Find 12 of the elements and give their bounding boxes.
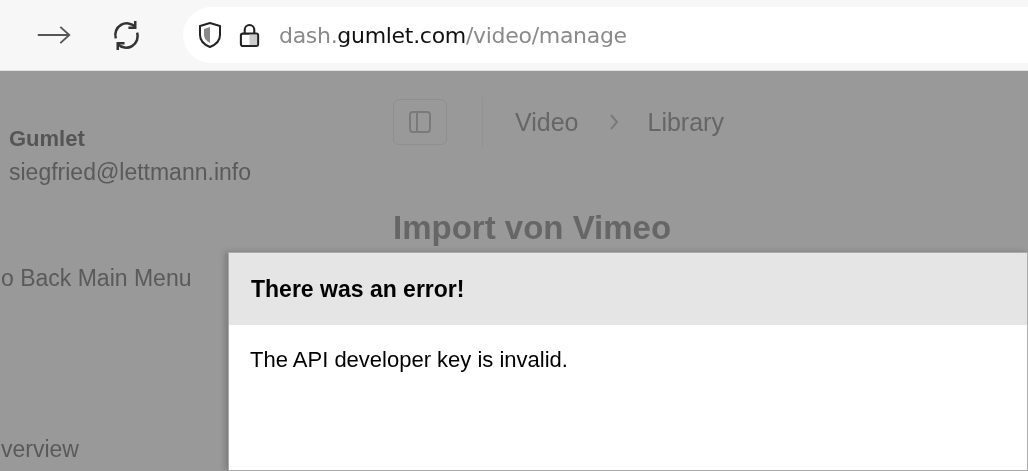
sidebar-icon: [408, 110, 432, 134]
forward-icon[interactable]: [36, 24, 72, 46]
account-name: Gumlet: [9, 126, 86, 152]
shield-icon[interactable]: [198, 22, 222, 48]
dialog-title: There was an error!: [251, 275, 465, 303]
lock-icon[interactable]: [239, 22, 260, 48]
dialog-message: The API developer key is invalid.: [250, 347, 569, 373]
url-text[interactable]: dash.gumlet.com/video/manage: [279, 22, 627, 48]
address-bar[interactable]: dash.gumlet.com/video/manage: [183, 7, 1028, 63]
account-email: siegfried@lettmann.info: [9, 159, 252, 186]
chevron-icon: [608, 114, 619, 130]
sidebar-toggle-button[interactable]: [393, 99, 447, 145]
